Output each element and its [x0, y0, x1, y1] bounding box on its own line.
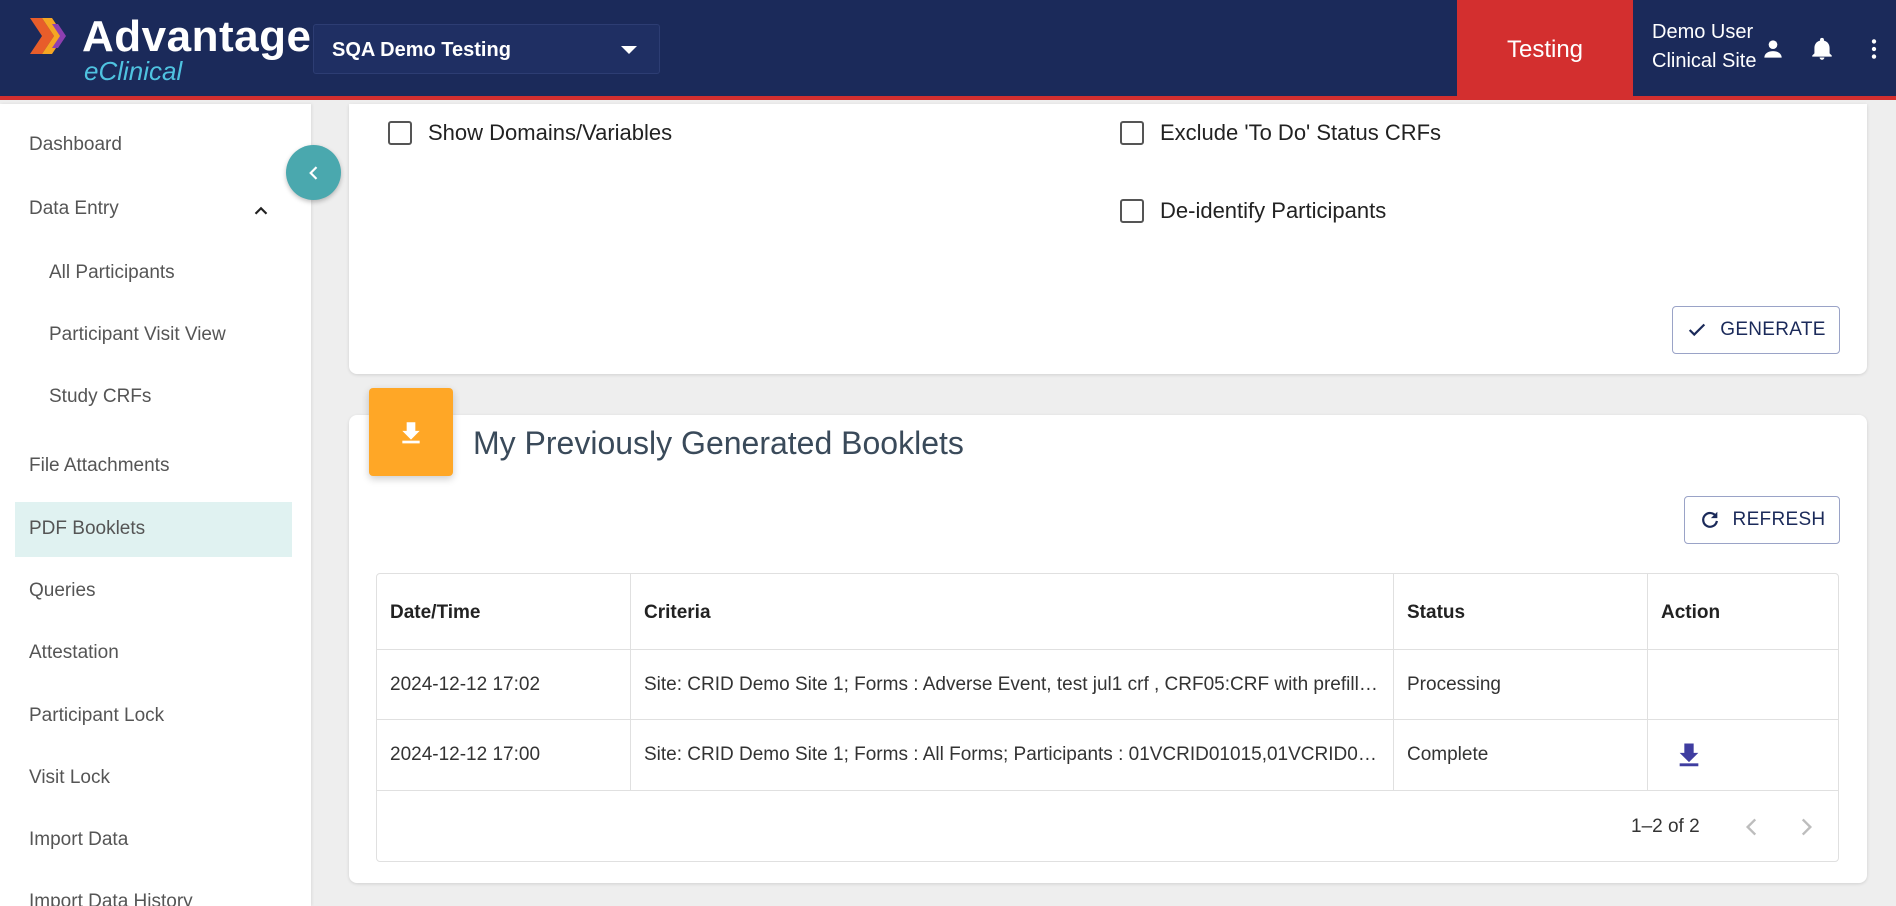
deidentify-label: De-identify Participants	[1160, 198, 1387, 223]
booklets-table: Date/Time Criteria Status Action 2024-12…	[376, 573, 1839, 862]
bell-icon[interactable]	[1809, 36, 1835, 62]
booklets-header-badge	[369, 388, 453, 476]
sidebar-item-data-entry[interactable]: Data Entry	[29, 198, 119, 220]
sidebar-item-file-attachments[interactable]: File Attachments	[29, 455, 169, 477]
show-domains-label: Show Domains/Variables	[428, 120, 673, 145]
row-2-datetime: 2024-12-12 17:00	[390, 744, 541, 765]
sidebar-item-participant-visit-view[interactable]: Participant Visit View	[49, 324, 226, 346]
column-divider	[630, 574, 631, 791]
sidebar: Dashboard Data Entry All Participants Pa…	[0, 104, 311, 906]
check-icon	[1689, 323, 1706, 337]
sidebar-item-import-data-history[interactable]: Import Data History	[29, 891, 193, 906]
user-info: Demo User Clinical Site	[1652, 18, 1756, 76]
booklets-section-title: My Previously Generated Booklets	[473, 425, 964, 461]
sidebar-item-visit-lock[interactable]: Visit Lock	[29, 767, 110, 789]
download-booklet-icon[interactable]	[1675, 740, 1703, 768]
generate-button[interactable]: GENERATE	[1672, 306, 1840, 354]
exclude-todo-checkbox[interactable]	[1120, 121, 1144, 145]
column-divider	[1393, 574, 1394, 791]
booklet-options-card: Show Domains/Variables Exclude 'To Do' S…	[349, 104, 1867, 374]
refresh-button[interactable]: REFRESH	[1684, 496, 1840, 544]
generate-label: GENERATE	[1720, 319, 1826, 340]
collapse-sidebar-button[interactable]	[286, 145, 341, 200]
more-vert-icon[interactable]	[1861, 36, 1887, 62]
chevron-left-icon	[308, 165, 317, 180]
row-divider	[377, 649, 1838, 650]
sidebar-item-study-crfs[interactable]: Study CRFs	[49, 386, 151, 408]
dropdown-arrow-icon	[621, 46, 637, 54]
logo-title: Advantage	[82, 12, 312, 61]
study-select[interactable]: SQA Demo Testing	[313, 24, 660, 74]
sidebar-item-all-participants[interactable]: All Participants	[49, 262, 175, 284]
row-divider	[377, 719, 1838, 720]
person-icon[interactable]	[1760, 36, 1786, 62]
download-icon	[402, 422, 420, 444]
sidebar-item-attestation[interactable]: Attestation	[29, 642, 119, 664]
column-header-action: Action	[1661, 602, 1721, 623]
row-2-status: Complete	[1407, 744, 1489, 765]
refresh-icon	[1701, 511, 1718, 528]
user-name: Demo User	[1652, 21, 1754, 43]
sidebar-item-participant-lock[interactable]: Participant Lock	[29, 705, 164, 727]
sidebar-item-queries[interactable]: Queries	[29, 580, 96, 602]
row-2-criteria: Site: CRID Demo Site 1; Forms : All Form…	[644, 744, 1382, 765]
deidentify-checkbox[interactable]	[1120, 199, 1144, 223]
top-bar: Advantage eClinical SQA Demo Testing Tes…	[0, 0, 1896, 100]
user-site: Clinical Site	[1652, 50, 1757, 72]
column-header-datetime[interactable]: Date/Time	[390, 602, 480, 624]
show-domains-checkbox[interactable]	[388, 121, 412, 145]
chevron-up-icon[interactable]	[250, 200, 272, 222]
logo-chevrons-icon	[30, 18, 66, 54]
row-divider	[377, 790, 1838, 791]
column-header-status[interactable]: Status	[1407, 602, 1465, 624]
previous-page-icon[interactable]	[1739, 814, 1765, 840]
column-divider	[1647, 574, 1648, 791]
sidebar-item-dashboard[interactable]: Dashboard	[29, 134, 122, 156]
pagination-range: 1–2 of 2	[1631, 816, 1700, 837]
logo-subtitle: eClinical	[84, 56, 183, 86]
row-1-status: Processing	[1407, 674, 1501, 695]
sidebar-item-pdf-booklets[interactable]: PDF Booklets	[29, 518, 145, 540]
column-header-criteria[interactable]: Criteria	[644, 602, 711, 624]
next-page-icon[interactable]	[1793, 814, 1819, 840]
study-select-value: SQA Demo Testing	[332, 39, 511, 61]
refresh-label: REFRESH	[1732, 509, 1826, 530]
row-1-datetime: 2024-12-12 17:02	[390, 674, 541, 695]
exclude-todo-label: Exclude 'To Do' Status CRFs	[1160, 120, 1442, 145]
environment-badge: Testing	[1457, 0, 1633, 100]
row-1-criteria: Site: CRID Demo Site 1; Forms : Adverse …	[644, 674, 1382, 695]
sidebar-item-import-data[interactable]: Import Data	[29, 829, 128, 851]
